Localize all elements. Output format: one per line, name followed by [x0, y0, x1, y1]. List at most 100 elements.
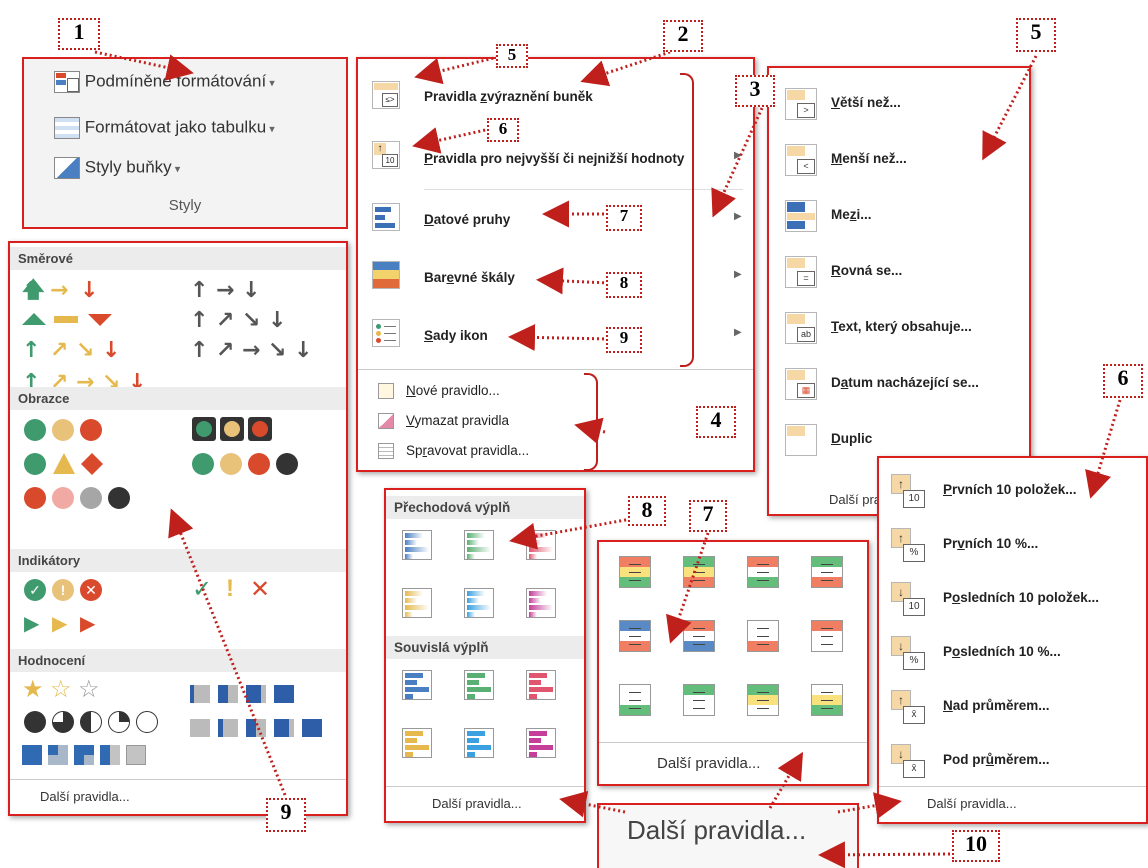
- ribbon-item-conditional-formatting[interactable]: Podmíněné formátování ▾: [54, 71, 275, 93]
- color-scale-option[interactable]: [811, 620, 843, 652]
- color-scale-option[interactable]: [811, 556, 843, 588]
- svg-text:↗: ↗: [216, 338, 234, 363]
- section-shapes: Obrazce: [10, 387, 346, 410]
- data-bar-option[interactable]: [402, 728, 432, 758]
- callout-7: 7: [606, 205, 642, 231]
- highlight-rule-icon: ab: [785, 312, 817, 344]
- color-scale-option[interactable]: [747, 684, 779, 716]
- color-scale-option[interactable]: [683, 556, 715, 588]
- svg-text:↑: ↑: [190, 278, 208, 303]
- data-bar-option[interactable]: [402, 670, 432, 700]
- format-as-table-icon: [54, 117, 80, 139]
- data-bar-option[interactable]: [526, 530, 556, 560]
- submenu-item[interactable]: ↓ x̄ Pod průměrem...: [879, 736, 1146, 786]
- menu-divider: [879, 786, 1146, 787]
- callout-6: 6: [487, 118, 519, 142]
- menu-item-label: Vymazat pravidla: [406, 413, 510, 428]
- submenu-item[interactable]: ↓% Posledních 10 %...: [879, 628, 1146, 678]
- color-scale-option[interactable]: [811, 684, 843, 716]
- new-rule-icon: [378, 383, 394, 399]
- color-scale-option[interactable]: [619, 620, 651, 652]
- svg-text:↗: ↗: [50, 338, 68, 363]
- data-bar-option[interactable]: [526, 728, 556, 758]
- more-rules-link[interactable]: Další pravidla...: [432, 796, 522, 811]
- svg-text:↓: ↓: [294, 338, 312, 363]
- data-bar-option[interactable]: [402, 588, 432, 618]
- menu-item-clear-rules[interactable]: Vymazat pravidla: [358, 407, 753, 437]
- more-rules-zoom-label[interactable]: Další pravidla...: [627, 815, 806, 846]
- callout-6b: 6: [1103, 364, 1143, 398]
- highlight-rules-submenu: > Větší než... < Menší než... Mezi... = Rovná …: [767, 66, 1031, 516]
- color-scale-option[interactable]: [619, 556, 651, 588]
- highlight-rule-icon: [785, 424, 817, 456]
- data-bar-option[interactable]: [464, 530, 494, 560]
- data-bar-option[interactable]: [526, 670, 556, 700]
- top-bottom-rule-icon: ↓ x̄: [891, 744, 925, 778]
- rating-icons[interactable]: ★ ☆ ☆: [10, 675, 346, 775]
- highlight-cells-icon: ≤>: [372, 81, 400, 109]
- data-bar-option[interactable]: [464, 670, 494, 700]
- more-rules-link[interactable]: Další pravidla...: [927, 796, 1017, 811]
- shapes-icons[interactable]: [10, 413, 346, 543]
- color-scale-option[interactable]: [747, 620, 779, 652]
- submenu-item-label: Mezi...: [831, 207, 872, 222]
- cell-styles-icon: [54, 157, 80, 179]
- callout-5b: 5: [1016, 18, 1056, 52]
- menu-item-manage-rules[interactable]: Spravovat pravidla...: [358, 437, 753, 467]
- highlight-rule-icon: ▦: [785, 368, 817, 400]
- svg-text:↓: ↓: [242, 278, 260, 303]
- submenu-item-label: Datum nacházející se...: [831, 375, 979, 390]
- svg-text:↘: ↘: [242, 308, 260, 333]
- svg-text:↑: ↑: [22, 338, 40, 363]
- menu-item-label: Barevné škály: [424, 270, 515, 285]
- top-bottom-rule-icon: ↑%: [891, 528, 925, 562]
- callout-1: 1: [58, 18, 100, 50]
- indicator-icons[interactable]: ✓ ! ✕ ✓ ! ✕ ▶ ▶ ▶: [10, 575, 346, 645]
- color-scale-option[interactable]: [619, 684, 651, 716]
- svg-text:→: →: [242, 338, 260, 363]
- submenu-item[interactable]: ▦ Datum nacházející se...: [769, 360, 1029, 410]
- callout-7b: 7: [689, 500, 727, 532]
- data-bar-option[interactable]: [464, 728, 494, 758]
- submenu-item[interactable]: ↑% Prvních 10 %...: [879, 520, 1146, 570]
- highlight-rule-icon: =: [785, 256, 817, 288]
- submenu-item-label: Menší než...: [831, 151, 907, 166]
- submenu-item[interactable]: ab Text, který obsahuje...: [769, 304, 1029, 354]
- callout-5: 5: [496, 44, 528, 68]
- ribbon-item-format-as-table[interactable]: Formátovat jako tabulku ▾: [54, 117, 275, 139]
- data-bar-option[interactable]: [402, 530, 432, 560]
- svg-text:↘: ↘: [76, 338, 94, 363]
- submenu-item[interactable]: ↑ 10 Prvních 10 položek...: [879, 466, 1146, 516]
- data-bars-gallery: Přechodová výplň Souvislá výplň Další pr…: [384, 488, 586, 823]
- svg-text:↑: ↑: [190, 308, 208, 333]
- color-scale-option[interactable]: [683, 620, 715, 652]
- color-scale-option[interactable]: [683, 684, 715, 716]
- submenu-item[interactable]: ↑ x̄ Nad průměrem...: [879, 682, 1146, 732]
- submenu-item-label: Duplic: [831, 431, 873, 446]
- submenu-arrow-icon: ▶: [734, 150, 742, 161]
- data-bar-option[interactable]: [526, 588, 556, 618]
- highlight-rule-icon: >: [785, 88, 817, 120]
- callout-8: 8: [606, 272, 642, 298]
- submenu-item[interactable]: ↓ 10 Posledních 10 položek...: [879, 574, 1146, 624]
- top-bottom-rule-icon: ↓ 10: [891, 582, 925, 616]
- data-bar-option[interactable]: [464, 588, 494, 618]
- submenu-item[interactable]: < Menší než...: [769, 136, 1029, 186]
- submenu-item[interactable]: = Rovná se...: [769, 248, 1029, 298]
- ribbon-item-label: Formátovat jako tabulku: [84, 117, 267, 137]
- callout-8b: 8: [628, 496, 666, 526]
- submenu-item-label: Pod průměrem...: [943, 752, 1050, 767]
- menu-divider: [424, 189, 743, 190]
- callout-10: 10: [952, 830, 1000, 862]
- submenu-item[interactable]: Mezi...: [769, 192, 1029, 242]
- ribbon-group-label: Styly: [168, 197, 202, 214]
- color-scale-option[interactable]: [747, 556, 779, 588]
- more-rules-link[interactable]: Další pravidla...: [40, 789, 130, 804]
- submenu-item[interactable]: > Větší než...: [769, 80, 1029, 130]
- top-bottom-rule-icon: ↑ 10: [891, 474, 925, 508]
- section-directional: Směrové: [10, 247, 346, 270]
- menu-item-new-rule[interactable]: Nové pravidlo...: [358, 377, 753, 407]
- more-rules-link[interactable]: Další pravidla...: [657, 755, 760, 772]
- ribbon-item-cell-styles[interactable]: Styly buňky ▾: [54, 157, 180, 179]
- color-scales-icon: [372, 261, 400, 289]
